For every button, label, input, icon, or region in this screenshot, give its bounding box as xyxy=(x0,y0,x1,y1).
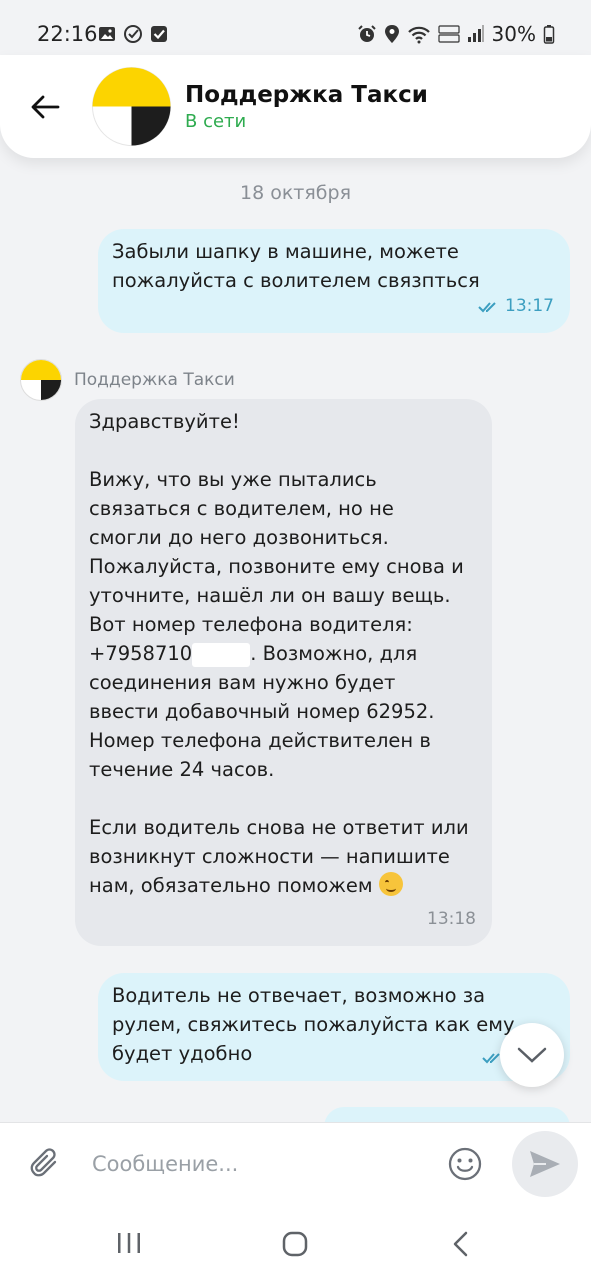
alarm-icon xyxy=(357,25,376,42)
sender-row: Поддержка Такси xyxy=(20,359,235,401)
message-text: Водитель не отвечает, возможно за рулем,… xyxy=(112,984,515,1065)
status-notification-icons xyxy=(97,24,169,44)
back-nav-icon[interactable] xyxy=(450,1230,472,1258)
checkbox-icon xyxy=(151,26,167,42)
volte-lte-icon xyxy=(437,25,460,43)
check-circle-icon xyxy=(124,25,142,43)
send-icon xyxy=(530,1151,560,1177)
gallery-icon xyxy=(99,27,115,41)
message-text-part: . Возможно, для соединения вам нужно буд… xyxy=(89,642,469,897)
chat-title[interactable]: Поддержка Такси xyxy=(185,82,428,108)
chat-header: Поддержка Такси В сети xyxy=(0,55,591,158)
message-input[interactable] xyxy=(90,1145,434,1183)
location-icon xyxy=(384,25,399,43)
smile-emoji-icon xyxy=(378,872,403,896)
system-nav-bar xyxy=(0,1210,591,1280)
wifi-icon xyxy=(407,26,430,44)
emoji-icon[interactable] xyxy=(447,1146,483,1182)
signal-icon xyxy=(467,25,484,42)
battery-percent: 30% xyxy=(491,22,536,46)
scroll-to-bottom-button[interactable] xyxy=(500,1023,564,1087)
status-time: 22:16 xyxy=(37,22,98,46)
double-check-icon xyxy=(478,301,496,312)
redacted-phone xyxy=(192,642,251,667)
sender-name: Поддержка Такси xyxy=(74,370,235,390)
status-system-icons: 30% xyxy=(357,22,555,46)
support-avatar-icon[interactable] xyxy=(20,359,62,401)
send-button[interactable] xyxy=(512,1131,578,1197)
message-time: 13:17 xyxy=(505,296,554,316)
home-icon[interactable] xyxy=(281,1230,309,1258)
message-text: Здравствуйте! Вижу, что вы уже пытались … xyxy=(89,407,489,900)
support-avatar-icon[interactable] xyxy=(92,67,171,146)
chat-area[interactable]: 18 октября Забыли шапку в машине, можете… xyxy=(0,0,591,1147)
battery-icon xyxy=(543,25,555,44)
date-separator: 18 октября xyxy=(239,182,352,204)
chevron-down-icon xyxy=(517,1047,547,1063)
online-status: В сети xyxy=(185,111,247,132)
message-meta: 13:17 xyxy=(478,292,554,321)
message-text-part: Здравствуйте! Вижу, что вы уже пытались … xyxy=(89,410,464,665)
message-composer xyxy=(0,1122,591,1211)
recent-apps-icon[interactable] xyxy=(116,1230,142,1256)
outgoing-message[interactable]: Забыли шапку в машине, можете пожалуйста… xyxy=(98,229,570,333)
back-arrow-icon[interactable] xyxy=(30,91,62,123)
incoming-message[interactable]: Здравствуйте! Вижу, что вы уже пытались … xyxy=(75,399,492,946)
paperclip-icon[interactable] xyxy=(28,1147,62,1181)
message-time: 13:18 xyxy=(427,909,476,929)
outgoing-message[interactable]: Водитель не отвечает, возможно за рулем,… xyxy=(98,973,570,1081)
message-text: Забыли шапку в машине, можете пожалуйста… xyxy=(112,240,480,292)
